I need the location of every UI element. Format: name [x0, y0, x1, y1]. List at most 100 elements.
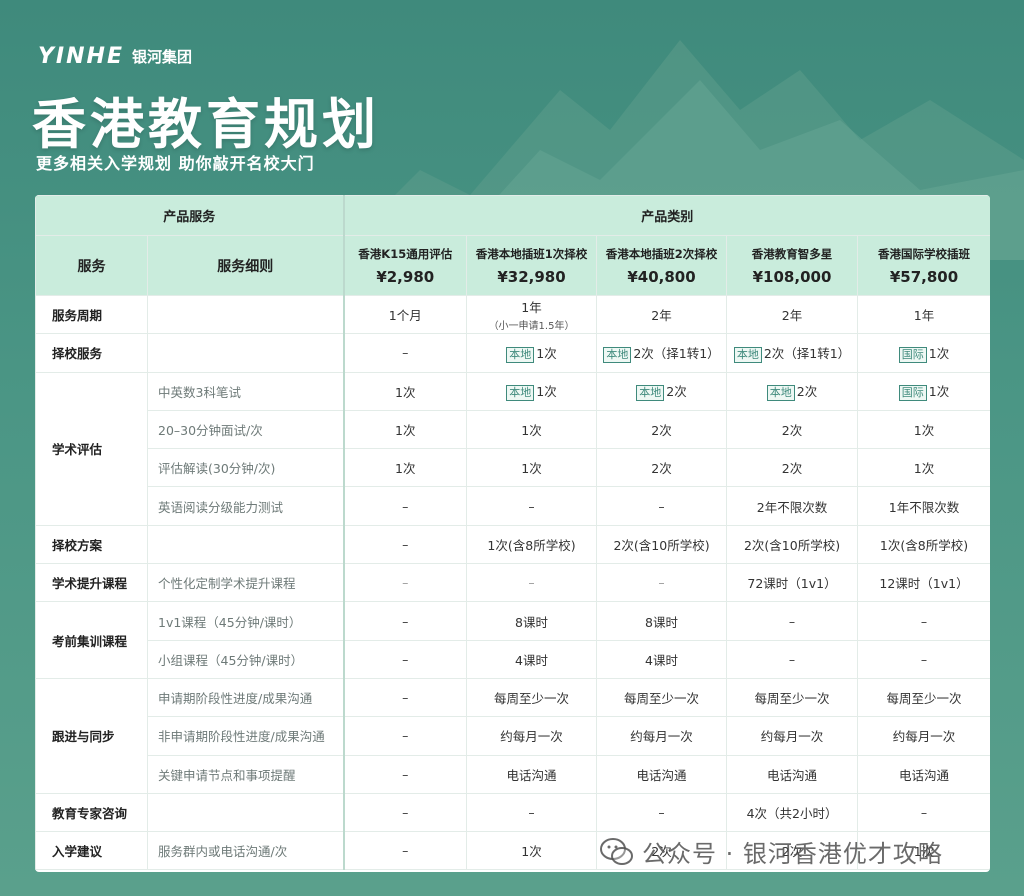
product-name: 香港本地插班2次择校 [605, 246, 718, 261]
table-cell: – [596, 486, 728, 526]
table-cell: – [726, 601, 859, 641]
table-cell: 约每月一次 [857, 716, 990, 756]
table-cell: – [342, 831, 468, 871]
table-cell: 2次 [726, 409, 859, 450]
table-cell: 本地 1次 [466, 333, 598, 373]
table-row: 20–30分钟面试/次 1次 1次 2次 2次 1次 [36, 409, 990, 450]
table-cell: – [342, 716, 468, 756]
table-cell: – [857, 639, 990, 679]
service-detail: 服务群内或电话沟通/次 [146, 831, 345, 871]
table-row: 学术评估 中英数3科笔试 1次 本地 1次 本地 2次 本地 2次 国际 1次 [35, 371, 990, 526]
product-name: 香港教育智多星 [751, 246, 833, 261]
table-row: 服务周期 1个月 1年 （小一申请1.5年） 2年 2年 1年 [35, 294, 990, 335]
service-name: 学术提升课程 [35, 563, 148, 603]
cell-value: 1年 [521, 300, 542, 316]
table-cell: 1次 [857, 409, 990, 450]
table-cell: 约每月一次 [466, 716, 598, 756]
table-cell: – [342, 677, 468, 718]
table-cell: 1次 [857, 448, 990, 488]
service-detail [146, 294, 345, 335]
table-cell: 电话沟通 [726, 754, 859, 794]
table-cell: 每周至少一次 [726, 677, 859, 718]
service-table: 产品服务 产品类别 服务 服务细则 香港K15通用评估 ¥2,980 香港本地插班… [35, 195, 990, 872]
table-row: 英语阅读分级能力测试 – – – 2年不限次数 1年不限次数 [36, 486, 990, 526]
table-cell: 2年不限次数 [726, 486, 859, 526]
table-cell: 2年 [596, 294, 728, 335]
table-cell: – [726, 639, 859, 679]
table-cell: 每周至少一次 [596, 677, 728, 718]
service-detail: 非申请期阶段性进度/成果沟通 [146, 716, 345, 756]
table-cell: 4次（共2小时） [726, 792, 859, 833]
table-cell: – [342, 754, 468, 794]
service-detail [146, 792, 345, 833]
brand-name: 银河集团 [131, 48, 192, 66]
intl-tag: 国际 [898, 346, 927, 363]
service-name: 跟进与同步 [35, 677, 148, 794]
service-name: 学术评估 [35, 371, 148, 526]
table-cell: – [342, 601, 468, 641]
table-cell: 2次 [596, 448, 728, 488]
table-cell: 1年 （小一申请1.5年） [466, 294, 598, 335]
table-cell: 本地 1次 [466, 371, 598, 411]
brand: YINHE 银河集团 [38, 44, 192, 69]
product-header: 香港本地插班1次择校 ¥32,980 [466, 235, 598, 296]
wechat-icon [600, 837, 633, 865]
table-cell: – [342, 639, 468, 679]
watermark-text: 公众号 · 银河香港优才攻略 [642, 840, 943, 868]
service-detail: 英语阅读分级能力测试 [146, 486, 345, 526]
table-cell: 国际 1次 [857, 333, 990, 373]
local-tag: 本地 [506, 385, 535, 402]
service-name: 教育专家咨询 [35, 792, 148, 833]
table-cell: – [857, 601, 990, 641]
page-title: 香港教育规划 [32, 93, 380, 156]
table-cell: – [466, 792, 598, 833]
table-row: 择校方案 – 1次(含8所学校) 2次(含10所学校) 2次(含10所学校) 1… [35, 524, 990, 565]
product-price: ¥57,800 [889, 267, 959, 286]
table-row: 教育专家咨询 – – – 4次（共2小时） – [35, 792, 990, 833]
table-cell: – [596, 792, 728, 833]
table-cell: 国际 1次 [857, 371, 990, 411]
service-detail [146, 333, 345, 373]
table-cell: 8课时 [466, 601, 598, 641]
table-cell: – [466, 563, 598, 603]
product-price: ¥40,800 [627, 267, 696, 286]
table-cell: 本地 2次（择1转1） [726, 333, 859, 373]
cell-value: 1次 [928, 345, 950, 361]
table-cell: 1次 [342, 371, 468, 411]
product-header: 香港本地插班2次择校 ¥40,800 [596, 235, 728, 296]
table-cell: 12课时（1v1） [857, 563, 990, 603]
service-name: 择校服务 [35, 333, 148, 373]
cell-note: （小一申请1.5年） [488, 321, 575, 333]
group-header-category: 产品类别 [342, 195, 990, 236]
table-row: 择校服务 – 本地 1次 本地 2次（择1转1） 本地 2次（择1转1） 国际 1次 [35, 333, 990, 373]
table-cell: 1次 [342, 409, 468, 450]
table-cell: 1次(含8所学校) [857, 524, 990, 565]
product-name: 香港K15通用评估 [358, 246, 453, 261]
table-cell: 1次(含8所学校) [466, 524, 598, 565]
service-name: 入学建议 [35, 831, 148, 871]
page-subtitle: 更多相关入学规划 助你敲开名校大门 [36, 154, 315, 173]
product-name: 香港本地插班1次择校 [475, 246, 588, 261]
service-detail: 小组课程（45分钟/课时） [146, 639, 345, 679]
table-cell: 每周至少一次 [466, 677, 598, 718]
table-cell: – [342, 563, 468, 603]
cell-value: 2次（择1转1） [633, 345, 720, 361]
group-header-service: 产品服务 [35, 195, 345, 236]
product-name: 香港国际学校插班 [878, 246, 971, 261]
local-tag: 本地 [733, 346, 762, 363]
table-cell: 1次 [466, 831, 598, 871]
table-cell: 本地 2次 [596, 371, 728, 411]
table-cell: – [342, 792, 468, 833]
table-cell: 电话沟通 [857, 754, 990, 794]
cell-value: 1次 [928, 384, 950, 400]
table-cell: 电话沟通 [466, 754, 598, 794]
product-header: 香港教育智多星 ¥108,000 [726, 235, 859, 296]
product-price: ¥108,000 [752, 267, 832, 286]
table-cell: – [342, 486, 468, 526]
table-cell: 4课时 [466, 639, 598, 679]
table-cell: 1次 [466, 448, 598, 488]
cell-value: 2次 [796, 384, 818, 400]
local-tag: 本地 [636, 385, 665, 402]
table-cell: – [596, 563, 728, 603]
table-cell: 2次 [596, 409, 728, 450]
